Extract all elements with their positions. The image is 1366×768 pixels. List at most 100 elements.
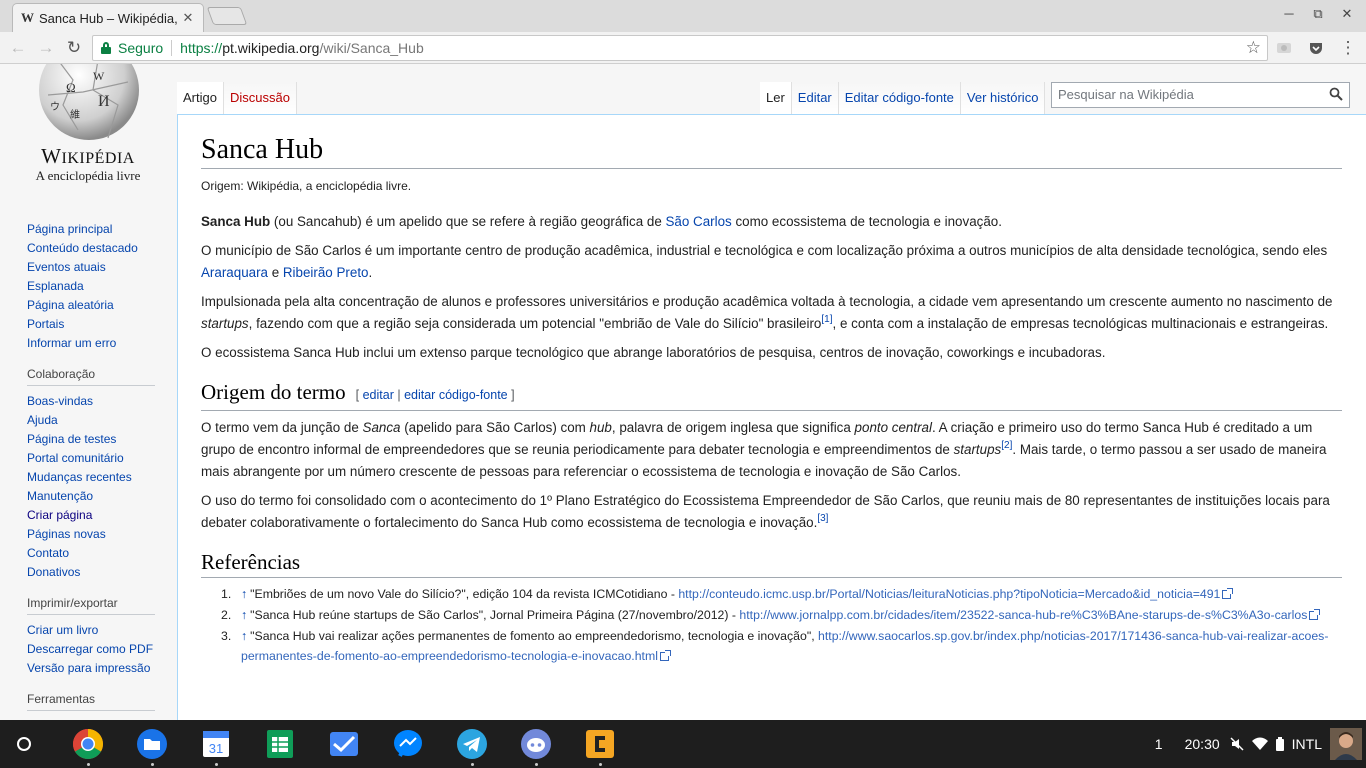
browser-menu-icon[interactable]: ⋮ [1337,37,1359,59]
sidebar-link[interactable]: Versão para impressão [27,659,157,678]
paragraph: O uso do termo foi consolidado com o aco… [201,493,1330,530]
sidebar-imprimir: Criar um livro Descarregar como PDF Vers… [27,621,157,678]
secure-label: Seguro [118,40,164,56]
search-input[interactable]: Pesquisar na Wikipédia [1051,82,1350,108]
sidebar-navigation: Página principal Conteúdo destacado Even… [27,220,157,353]
back-to-citation-link[interactable]: ↑ [241,608,247,622]
tab-discussion[interactable]: Discussão [223,82,297,114]
calendar-icon[interactable]: 31 [200,728,232,760]
bookmark-star-icon[interactable]: ☆ [1246,38,1261,58]
tab-read[interactable]: Ler [760,82,792,114]
sidebar-link[interactable]: Donativos [27,563,157,582]
sidebar-link[interactable]: Ajuda [27,411,157,430]
mute-icon [1230,737,1244,751]
tab-strip: W Sanca Hub – Wikipédia, a enciclopédia … [0,0,1366,32]
lock-icon [101,42,111,54]
telegram-icon[interactable] [456,728,488,760]
browser-tab[interactable]: W Sanca Hub – Wikipédia, a enciclopédia … [12,3,204,32]
sidebar-heading-colaboracao[interactable]: Colaboração [27,365,155,386]
sidebar-link[interactable]: Portais [27,315,157,334]
sidebar-heading-ferramentas[interactable]: Ferramentas [27,690,155,711]
sidebar-link[interactable]: Esplanada [27,277,157,296]
site-subtitle: Origem: Wikipédia, a enciclopédia livre. [201,179,412,193]
sidebar-link[interactable]: Informar um erro [27,334,157,353]
paragraph: O termo vem da junção de Sanca (apelido … [201,420,1327,479]
reference-1-link[interactable]: [1] [821,314,832,325]
reload-icon[interactable]: ↻ [63,37,85,59]
running-indicator [535,763,538,766]
sidebar-link[interactable]: Conteúdo destacado [27,239,157,258]
forward-icon[interactable]: → [35,37,57,59]
pocket-extension-icon[interactable] [1308,40,1324,56]
cast-extension-icon[interactable] [1276,40,1292,56]
url-scheme: https:// [180,40,223,56]
sidebar-link[interactable]: Criar um livro [27,621,157,640]
window-close-icon[interactable]: ✕ [1332,6,1362,22]
battery-icon [1275,737,1284,751]
edit-section-link[interactable]: editar [363,388,394,402]
tab-edit[interactable]: Editar [791,82,839,114]
sidebar-link[interactable]: Página principal [27,220,157,239]
new-tab-button[interactable] [206,7,248,25]
os-shelf: 31 1 20:30 INTL [0,720,1366,768]
sidebar-link[interactable]: Manutenção [27,487,157,506]
link-sao-carlos[interactable]: São Carlos [666,214,732,229]
external-link-icon [1309,609,1321,620]
tab-article[interactable]: Artigo [177,82,224,114]
restore-icon[interactable]: ⧉ [1303,6,1333,22]
sidebar-link[interactable]: Criar página [27,506,157,525]
wikipedia-tagline: A enciclopédia livre [35,168,141,183]
divider [171,40,173,56]
sidebar-link[interactable]: Descarregar como PDF [27,640,157,659]
files-icon[interactable] [136,728,168,760]
running-indicator [87,763,90,766]
sidebar-link[interactable]: Página aleatória [27,296,157,315]
section-heading-referencias: Referências [201,548,1342,578]
sidebar-link[interactable]: Eventos atuais [27,258,157,277]
notification-count[interactable]: 1 [1139,736,1179,752]
back-icon[interactable]: ← [7,37,29,59]
external-link[interactable]: http://conteudo.icmc.usp.br/Portal/Notic… [678,587,1234,601]
chrome-icon[interactable] [72,728,104,760]
input-method: INTL [1291,736,1322,752]
tab-history[interactable]: Ver histórico [960,82,1046,114]
tab-close-icon[interactable]: ✕ [181,10,195,26]
back-to-citation-link[interactable]: ↑ [241,629,247,643]
svg-text:И: И [98,93,110,110]
discord-icon[interactable] [520,728,552,760]
wifi-icon [1251,737,1268,750]
sidebar-link[interactable]: Contato [27,544,157,563]
sidebar-link[interactable]: Mudanças recentes [27,468,157,487]
tab-edit-source[interactable]: Editar código-fonte [838,82,961,114]
sidebar-link[interactable]: Boas-vindas [27,392,157,411]
puzzle-globe-icon: Ω W И 維 ウ [39,64,139,140]
clock: 20:30 [1184,736,1220,752]
external-link[interactable]: http://www.jornalpp.com.br/cidades/item/… [739,608,1321,622]
link-araraquara[interactable]: Araraquara [201,265,268,280]
inbox-icon[interactable] [328,728,360,760]
sidebar-link[interactable]: Página de testes [27,430,157,449]
link-ribeirao-preto[interactable]: Ribeirão Preto [283,265,369,280]
sidebar-link[interactable]: Páginas novas [27,525,157,544]
messenger-icon[interactable] [392,728,424,760]
sidebar-heading-imprimir[interactable]: Imprimir/exportar [27,594,155,615]
avatar[interactable] [1330,728,1362,760]
reference-item: 1. ↑ "Embriões de um novo Vale do Silício?… [221,584,1342,604]
reference-item: 2. ↑ "Sanca Hub reúne startups de São Carl… [221,605,1342,625]
reference-2-link[interactable]: [2] [1001,440,1012,451]
cimbalino-icon[interactable] [584,728,616,760]
view-tabs: Ler Editar Editar código-fonte Ver histó… [760,82,1046,114]
sidebar-link[interactable]: Portal comunitário [27,449,157,468]
address-bar[interactable]: Seguro https:// pt.wikipedia.org /wiki/S… [92,35,1268,61]
search-icon[interactable] [1329,87,1343,101]
reference-3-link[interactable]: [3] [817,513,828,524]
launcher-icon[interactable] [17,737,31,751]
edit-source-section-link[interactable]: editar código-fonte [404,388,508,402]
svg-text:ウ: ウ [50,101,60,113]
wikipedia-logo[interactable]: Ω W И 維 ウ WIKIPÉDIA A enciclopédia livre [0,64,176,190]
url-host: pt.wikipedia.org [222,40,320,56]
minimize-icon[interactable]: ─ [1274,6,1304,21]
sheets-icon[interactable] [264,728,296,760]
back-to-citation-link[interactable]: ↑ [241,587,247,601]
status-tray[interactable]: 1 20:30 INTL [1139,720,1366,768]
